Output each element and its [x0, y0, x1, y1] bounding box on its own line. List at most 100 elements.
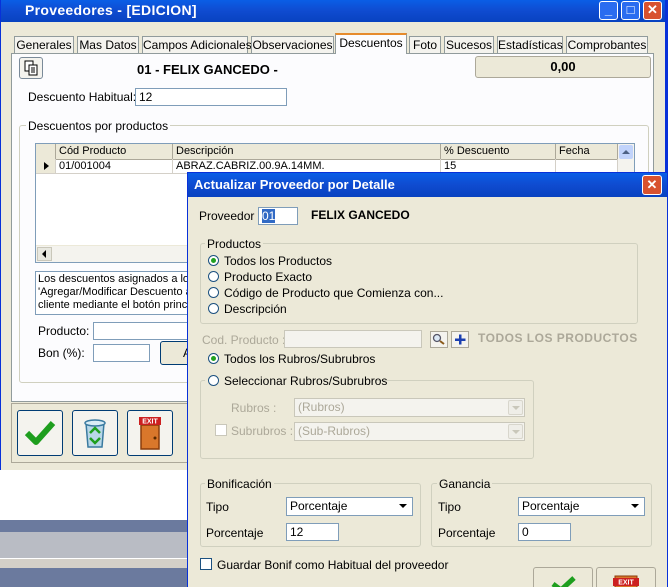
dialog-close-button[interactable]: ✕: [642, 175, 662, 195]
tab-foto[interactable]: Foto: [409, 36, 441, 53]
proveedor-code-value: 01: [262, 209, 276, 223]
tab-estadisticas[interactable]: Estadísticas: [497, 36, 563, 53]
proveedor-name: FELIX GANCEDO: [311, 208, 410, 222]
tab-generales[interactable]: Generales: [14, 36, 74, 53]
chevron-down-icon: [508, 400, 523, 415]
bonificacion-group-label: Bonificación: [205, 477, 274, 491]
proveedor-code-input[interactable]: 01: [258, 207, 298, 225]
radio-seleccionar-rubros[interactable]: [208, 375, 219, 386]
guardar-habitual-checkbox[interactable]: [200, 558, 212, 570]
exit-button[interactable]: EXIT: [127, 410, 173, 456]
row-indicator: [36, 159, 56, 173]
bonif-porcentaje-input[interactable]: 12: [286, 523, 339, 541]
cell-descuento[interactable]: 15: [441, 159, 556, 173]
grid-header-fecha[interactable]: Fecha: [556, 144, 618, 159]
info-line: Los descuentos asignados a los: [38, 273, 195, 285]
grid-header-descripcion[interactable]: Descripción: [173, 144, 441, 159]
scroll-up-button[interactable]: [619, 145, 633, 159]
maximize-icon: □: [626, 2, 635, 17]
tab-campos-adicionales[interactable]: Campos Adicionales: [142, 36, 252, 53]
radio-codigo-comienza-label[interactable]: Código de Producto que Comienza con...: [224, 286, 443, 300]
cod-producto-label: Cod. Producto :: [202, 333, 286, 347]
background-window-strip: [0, 520, 190, 532]
radio-todos-productos[interactable]: [208, 255, 219, 266]
radio-todos-productos-label[interactable]: Todos los Productos: [224, 254, 332, 268]
info-line: 'Agregar/Modificar Descuento a: [38, 286, 192, 298]
tab-mas-datos[interactable]: Mas Datos: [77, 36, 139, 53]
dialog-title: Actualizar Proveedor por Detalle: [194, 177, 395, 192]
main-titlebar[interactable]: Proveedores - [EDICION] _ □ ✕: [1, 0, 665, 22]
rubros-label: Rubros :: [231, 401, 277, 415]
cell-fecha[interactable]: [556, 159, 618, 173]
seleccionar-rubros-group: [200, 380, 534, 459]
info-textbox: Los descuentos asignados a los 'Agregar/…: [35, 271, 195, 315]
background-window-strip: [0, 568, 190, 587]
bon-input[interactable]: [93, 344, 150, 362]
check-icon: [551, 576, 576, 587]
copy-icon: [24, 60, 38, 76]
subrubros-checkbox[interactable]: [215, 424, 227, 436]
provider-header: 01 - FELIX GANCEDO -: [137, 62, 278, 77]
ganancia-group-label: Ganancia: [437, 477, 493, 491]
radio-todos-rubros-label[interactable]: Todos los Rubros/Subrubros: [224, 352, 375, 366]
info-line: cliente mediante el botón princip: [38, 299, 195, 311]
tab-strip: Generales Mas Datos Campos Adicionales O…: [12, 33, 652, 54]
radio-producto-exacto[interactable]: [208, 271, 219, 282]
radio-descripcion[interactable]: [208, 303, 219, 314]
dialog-exit-button[interactable]: EXIT: [596, 567, 656, 587]
dialog-accept-button[interactable]: [533, 567, 593, 587]
check-icon: [24, 420, 56, 445]
grid-header-codigo[interactable]: Cód Producto: [56, 144, 173, 159]
grid-header: Cód Producto Descripción % Descuento Fec…: [36, 144, 634, 160]
close-button[interactable]: ✕: [643, 1, 662, 20]
main-window-title: Proveedores - [EDICION]: [25, 2, 197, 18]
subrubros-select[interactable]: (Sub-Rubros): [294, 422, 525, 441]
dialog-exit-sign-text: EXIT: [618, 580, 634, 587]
tab-sucesos[interactable]: Sucesos: [444, 36, 494, 53]
descuento-habitual-label: Descuento Habitual:: [28, 90, 137, 104]
subrubros-label: Subrubros :: [231, 424, 294, 438]
recycle-button[interactable]: [72, 410, 118, 456]
grid-header-indicator: [36, 144, 56, 159]
copy-button[interactable]: [19, 57, 43, 79]
bonif-tipo-select[interactable]: Porcentaje: [286, 497, 413, 516]
ganancia-porcentaje-input[interactable]: 0: [518, 523, 571, 541]
chevron-down-icon: [396, 499, 411, 514]
radio-codigo-comienza[interactable]: [208, 287, 219, 298]
chevron-down-icon: [628, 499, 643, 514]
descuento-habitual-input[interactable]: 12: [135, 88, 287, 106]
tab-observaciones[interactable]: Observaciones: [251, 36, 334, 53]
chevron-down-icon: [508, 424, 523, 439]
bon-label: Bon (%):: [38, 346, 85, 360]
tab-descuentos[interactable]: Descuentos: [335, 33, 407, 54]
grid-header-descuento[interactable]: % Descuento: [441, 144, 556, 159]
radio-producto-exacto-label[interactable]: Producto Exacto: [224, 270, 312, 284]
bonif-porcentaje-label: Porcentaje: [206, 526, 264, 540]
bonif-tipo-label: Tipo: [206, 500, 229, 514]
radio-todos-rubros[interactable]: [208, 353, 219, 364]
add-product-button[interactable]: [451, 331, 469, 348]
minimize-button[interactable]: _: [599, 1, 618, 20]
cell-descripcion[interactable]: ABRAZ.CABRIZ.00.9A.14MM.: [173, 159, 441, 173]
tab-comprobantes[interactable]: Comprobantes: [566, 36, 648, 53]
guardar-habitual-label[interactable]: Guardar Bonif como Habitual del proveedo…: [217, 558, 448, 572]
radio-descripcion-label[interactable]: Descripción: [224, 302, 287, 316]
radio-seleccionar-rubros-label[interactable]: Seleccionar Rubros/Subrubros: [224, 374, 387, 388]
proveedor-label: Proveedor :: [199, 209, 262, 223]
dialog-titlebar[interactable]: Actualizar Proveedor por Detalle ✕: [188, 173, 667, 197]
cell-codigo[interactable]: 01/001004: [56, 159, 173, 173]
row-pointer-icon: [44, 162, 49, 170]
chevron-left-icon: [42, 250, 46, 258]
exit-sign-text: EXIT: [142, 419, 158, 426]
maximize-button[interactable]: □: [621, 1, 640, 20]
ganancia-tipo-select[interactable]: Porcentaje: [518, 497, 645, 516]
accept-button[interactable]: [17, 410, 63, 456]
producto-label: Producto:: [38, 324, 90, 338]
cod-producto-input[interactable]: [284, 330, 422, 348]
scroll-left-button[interactable]: [37, 247, 52, 261]
rubros-select[interactable]: (Rubros): [294, 398, 525, 417]
producto-input[interactable]: [93, 322, 193, 340]
subrubros-select-value: (Sub-Rubros): [298, 424, 371, 438]
close-icon: ✕: [646, 177, 658, 192]
search-product-button[interactable]: [430, 331, 448, 348]
